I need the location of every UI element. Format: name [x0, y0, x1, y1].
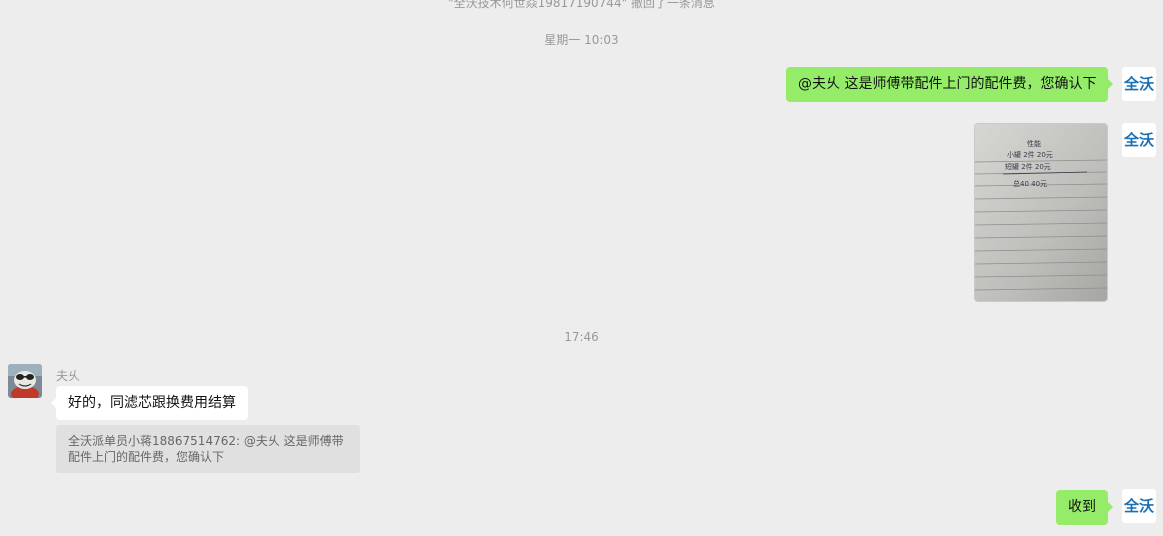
brand-logo-icon: 全 沃: [1123, 131, 1154, 149]
contact-avatar[interactable]: [8, 364, 42, 398]
note-line: 短罐 2件 20元: [1005, 162, 1051, 171]
cartoon-avatar-icon: [8, 364, 42, 398]
svg-text:沃: 沃: [1139, 497, 1154, 515]
handwritten-note-photo: 性能 小罐 2件 20元 短罐 2件 20元 总40 40元: [975, 124, 1107, 301]
note-line: 性能: [1027, 139, 1041, 148]
timestamp: 17:46: [564, 330, 599, 344]
svg-text:全: 全: [1123, 131, 1140, 149]
outgoing-message[interactable]: @夫乆 这是师傅带配件上门的配件费，您确认下: [786, 67, 1114, 102]
brand-logo-icon: 全 沃: [1123, 497, 1154, 515]
brand-logo-icon: 全 沃: [1123, 75, 1154, 93]
self-avatar[interactable]: 全 沃: [1122, 489, 1156, 523]
sender-name: 夫乆: [56, 369, 81, 383]
self-avatar[interactable]: 全 沃: [1122, 67, 1156, 101]
svg-text:全: 全: [1123, 75, 1140, 93]
self-avatar[interactable]: 全 沃: [1122, 123, 1156, 157]
note-line: 总40 40元: [1013, 179, 1047, 188]
image-message[interactable]: 性能 小罐 2件 20元 短罐 2件 20元 总40 40元: [974, 123, 1108, 302]
incoming-message[interactable]: 好的，同滤芯跟换费用结算: [51, 386, 248, 420]
timestamp: 星期一 10:03: [544, 33, 619, 47]
svg-text:沃: 沃: [1139, 75, 1154, 93]
note-line: 小罐 2件 20元: [1007, 150, 1053, 159]
quoted-message[interactable]: 全沃派单员小蒋18867514762: @夫乆 这是师傅带配件上门的配件费，您确…: [56, 425, 360, 473]
recall-notice: "全沃技术何世焱19817190744" 撤回了一条消息: [448, 0, 715, 10]
svg-text:全: 全: [1123, 497, 1140, 515]
outgoing-message[interactable]: 收到: [1056, 490, 1113, 525]
svg-text:沃: 沃: [1139, 131, 1154, 149]
